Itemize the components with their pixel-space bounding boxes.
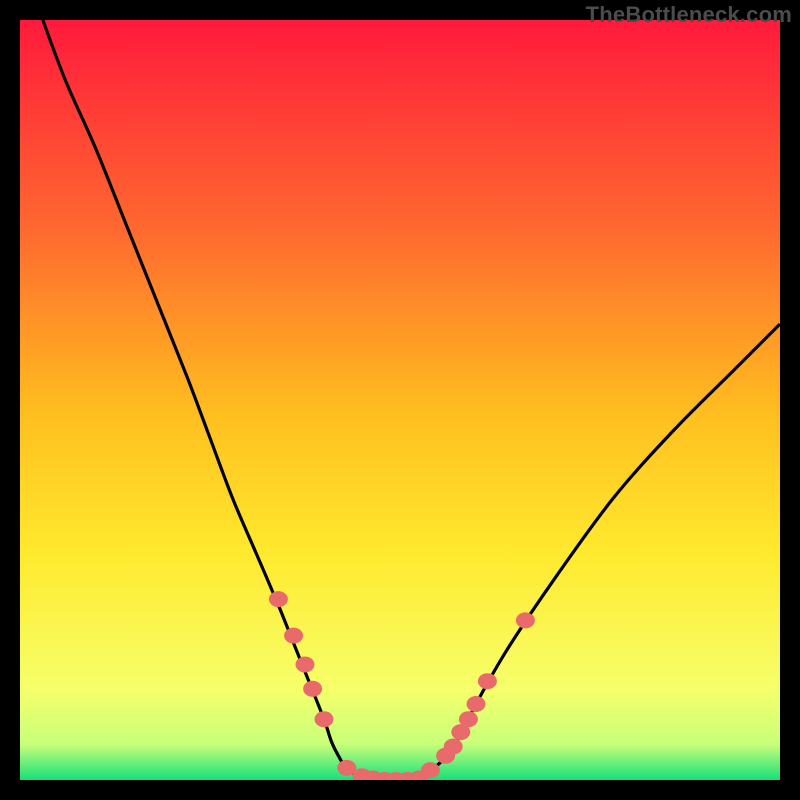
data-point bbox=[421, 762, 440, 778]
data-point bbox=[269, 591, 288, 607]
data-point bbox=[315, 711, 334, 727]
data-point bbox=[459, 711, 478, 727]
data-point bbox=[444, 739, 463, 755]
data-point bbox=[516, 612, 535, 628]
chart-frame bbox=[20, 20, 780, 780]
data-points bbox=[269, 591, 535, 780]
data-point bbox=[478, 673, 497, 689]
data-point bbox=[284, 628, 303, 644]
bottleneck-curve bbox=[43, 20, 780, 780]
watermark-text: TheBottleneck.com bbox=[586, 2, 792, 28]
data-point bbox=[303, 681, 322, 697]
data-point bbox=[296, 656, 315, 672]
data-point bbox=[467, 696, 486, 712]
bottleneck-chart bbox=[20, 20, 780, 780]
